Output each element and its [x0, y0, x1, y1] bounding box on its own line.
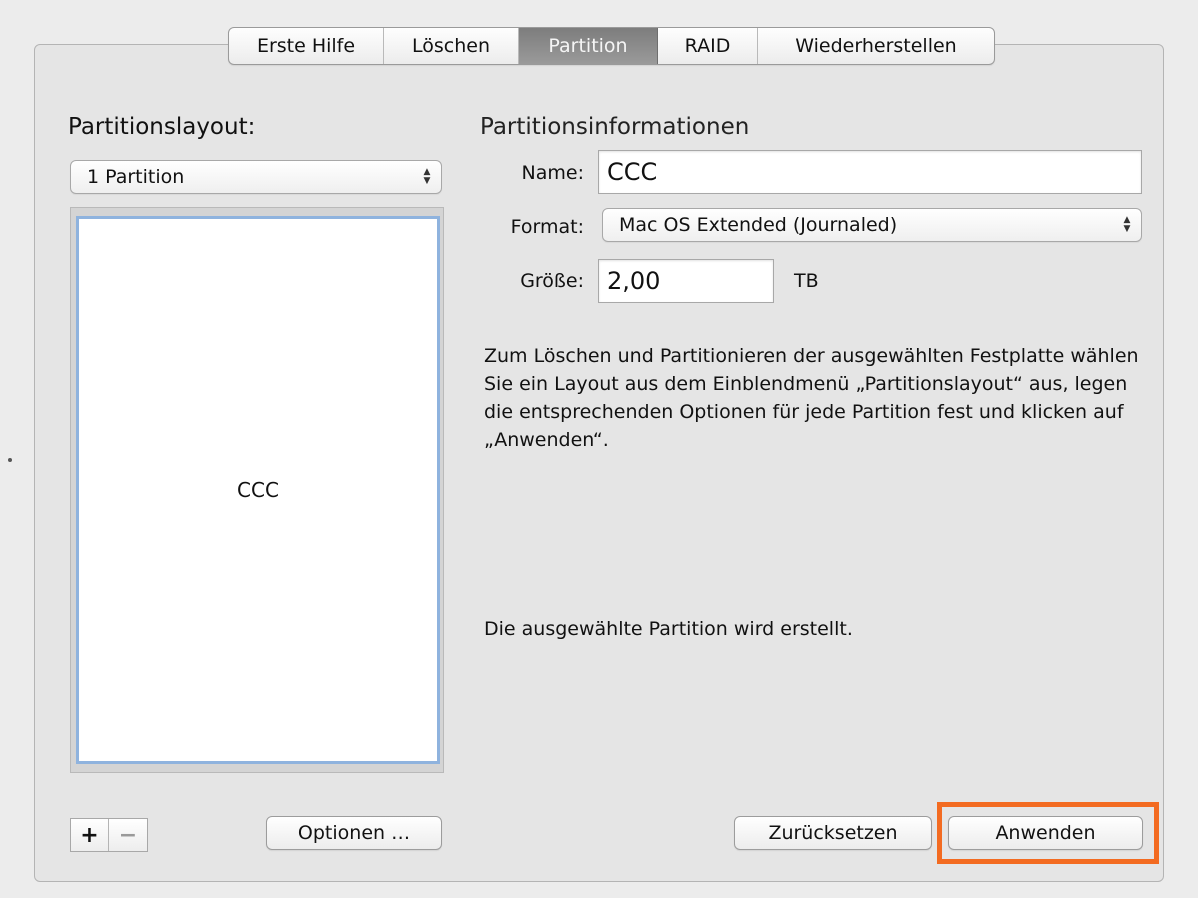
options-button[interactable]: Optionen … — [266, 816, 442, 850]
partition-block[interactable]: CCC — [76, 216, 440, 764]
minus-icon[interactable]: − — [109, 819, 147, 851]
tab-partition[interactable]: Partition — [519, 28, 658, 64]
reset-button[interactable]: Zurücksetzen — [734, 816, 932, 850]
size-unit: TB — [794, 270, 819, 292]
select-arrows-icon: ▲ ▼ — [1123, 215, 1131, 234]
apply-highlight-box — [937, 802, 1159, 864]
tab-bar: Erste Hilfe Löschen Partition RAID Wiede… — [228, 27, 995, 65]
name-label: Name: — [521, 162, 584, 184]
format-label: Format: — [510, 216, 584, 238]
partition-layout-select[interactable]: 1 Partition ▲ ▼ — [70, 160, 442, 194]
tab-restore[interactable]: Wiederherstellen — [758, 28, 994, 64]
instructions-text: Zum Löschen und Partitionieren der ausge… — [484, 345, 1139, 451]
select-arrows-icon: ▲ ▼ — [423, 167, 431, 186]
partition-layout-area: CCC — [70, 207, 444, 773]
partition-info-heading: Partitionsinformationen — [480, 114, 750, 140]
partition-layout-heading: Partitionslayout: — [68, 114, 256, 140]
partition-block-label: CCC — [237, 478, 279, 502]
status-text: Die ausgewählte Partition wird erstellt. — [484, 618, 853, 640]
tab-raid[interactable]: RAID — [658, 28, 758, 64]
plus-icon[interactable]: + — [71, 819, 109, 851]
format-value: Mac OS Extended (Journaled) — [619, 214, 898, 236]
stray-dot — [8, 458, 12, 462]
format-select[interactable]: Mac OS Extended (Journaled) ▲ ▼ — [602, 208, 1142, 242]
name-field[interactable]: CCC — [598, 150, 1142, 194]
size-field[interactable]: 2,00 — [598, 259, 774, 303]
add-remove-buttons: + − — [70, 818, 148, 852]
tab-first-aid[interactable]: Erste Hilfe — [229, 28, 384, 64]
size-label: Größe: — [520, 270, 584, 292]
partition-layout-value: 1 Partition — [87, 166, 185, 188]
tab-erase[interactable]: Löschen — [384, 28, 519, 64]
